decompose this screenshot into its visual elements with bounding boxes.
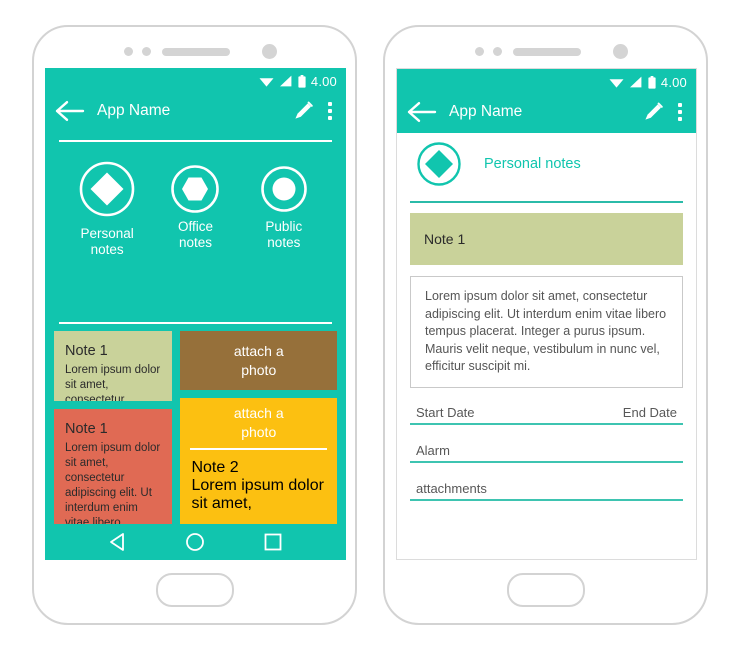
screen-notes-list: 4.00 App Name Personal notes Office note… xyxy=(45,68,346,560)
category-label-line1: Personal xyxy=(80,226,134,241)
overflow-menu-icon[interactable] xyxy=(674,101,686,123)
note-body-text: Lorem ipsum dolor sit amet, consectetur … xyxy=(425,289,667,373)
note-card-salmon[interactable]: Note 1 Lorem ipsum dolor sit amet, conse… xyxy=(54,409,173,524)
attachments-label: attachments xyxy=(416,480,487,496)
note-card-olive[interactable]: Note 1 Lorem ipsum dolor sit amet, conse… xyxy=(54,331,173,402)
attach-label-line2: photo xyxy=(241,424,277,440)
pencil-edit-icon[interactable] xyxy=(642,101,664,123)
battery-icon xyxy=(648,75,656,89)
status-time: 4.00 xyxy=(660,74,687,90)
detail-category-row[interactable]: Personal notes xyxy=(410,133,683,195)
category-office-notes[interactable]: Office notes xyxy=(157,160,233,251)
field-date-range[interactable]: Start Date End Date xyxy=(410,405,683,425)
app-title: App Name xyxy=(97,102,171,119)
category-label-line2: notes xyxy=(90,242,124,257)
app-bar-divider xyxy=(59,140,332,142)
phone-top-hardware xyxy=(385,41,706,63)
category-label: Personal notes xyxy=(81,226,134,258)
note-title: Note 1 xyxy=(424,231,466,247)
alarm-label: Alarm xyxy=(416,442,450,458)
front-camera-icon xyxy=(613,44,628,59)
attach-label-line1: attach a xyxy=(233,405,284,421)
overflow-menu-icon[interactable] xyxy=(324,100,336,122)
phone-top-hardware xyxy=(34,41,355,63)
notes-column-left: Note 1 Lorem ipsum dolor sit amet, conse… xyxy=(54,331,173,524)
sensor-dot-icon xyxy=(493,47,502,56)
diamond-icon xyxy=(79,161,135,217)
category-public-notes[interactable]: Public notes xyxy=(246,160,322,251)
signal-bars-icon xyxy=(279,75,292,87)
sensor-dot-icon xyxy=(124,47,133,56)
attach-photo-card-brown[interactable]: attach a photo xyxy=(180,331,337,390)
hexagon-icon xyxy=(171,165,220,213)
home-button[interactable] xyxy=(155,573,234,607)
note-card-yellow[interactable]: attach a photo Note 2 Lorem ipsum dolor … xyxy=(180,398,337,524)
phone-mockup-detail: 4.00 App Name Personal notes Note 1 Lore… xyxy=(383,25,708,625)
category-label-line1: Public xyxy=(265,219,303,234)
wifi-icon xyxy=(259,77,274,87)
attach-label-line1: attach a xyxy=(233,342,284,359)
start-date-label: Start Date xyxy=(416,404,475,420)
app-title: App Name xyxy=(449,103,523,120)
note-body-box[interactable]: Lorem ipsum dolor sit amet, consectetur … xyxy=(410,276,683,388)
category-label-line2: notes xyxy=(178,235,212,250)
notes-grid: Note 1 Lorem ipsum dolor sit amet, conse… xyxy=(54,331,337,524)
back-arrow-icon[interactable] xyxy=(55,100,85,122)
nav-back-triangle-icon[interactable] xyxy=(107,531,129,553)
attach-label-line2: photo xyxy=(241,361,277,378)
end-date-label: End Date xyxy=(622,404,677,420)
diamond-icon xyxy=(417,142,461,186)
attach-photo-label: attach a photo xyxy=(234,404,284,442)
note-card-body: Lorem ipsum dolor sit amet, xyxy=(191,477,324,512)
pencil-edit-icon[interactable] xyxy=(292,100,314,122)
category-personal-notes[interactable]: Personal notes xyxy=(69,160,145,258)
note-title-card[interactable]: Note 1 xyxy=(410,213,683,265)
phone-mockup-list: 4.00 App Name Personal notes Office note… xyxy=(32,25,357,625)
note-card-title: Note 2 xyxy=(191,459,239,476)
detail-category-label: Personal notes xyxy=(484,156,581,172)
mockup-canvas: 4.00 App Name Personal notes Office note… xyxy=(0,0,740,650)
detail-fields: Start Date End Date Alarm attachments xyxy=(410,405,683,501)
field-underline xyxy=(410,422,683,425)
app-bar: App Name xyxy=(397,91,696,133)
detail-body: Personal notes Note 1 Lorem ipsum dolor … xyxy=(397,133,696,559)
field-underline xyxy=(410,498,683,501)
battery-icon xyxy=(298,74,306,88)
nav-home-circle-icon[interactable] xyxy=(184,531,206,553)
category-divider xyxy=(59,322,332,324)
category-label: Public notes xyxy=(265,219,302,251)
category-label-line1: Office xyxy=(177,219,213,234)
note-card-title: Note 1 xyxy=(65,421,108,438)
status-time: 4.00 xyxy=(310,73,337,89)
signal-bars-icon xyxy=(629,76,642,88)
note-card-body: Lorem ipsum dolor sit amet, consectetur … xyxy=(65,442,161,524)
circle-icon xyxy=(261,166,307,212)
category-row: Personal notes Office notes Public notes xyxy=(45,160,346,315)
field-alarm[interactable]: Alarm xyxy=(410,443,683,463)
front-camera-icon xyxy=(262,44,277,59)
wifi-icon xyxy=(609,78,624,88)
field-attachments[interactable]: attachments xyxy=(410,481,683,501)
attach-photo-area-yellow[interactable]: attach a photo xyxy=(180,398,337,448)
field-underline xyxy=(410,460,683,463)
android-nav-bar xyxy=(45,524,346,560)
notes-column-right: attach a photo attach a photo Note 2 Lor… xyxy=(180,331,337,524)
note-card-body: Lorem ipsum dolor sit amet, consectetur … xyxy=(65,364,161,402)
app-bar: App Name xyxy=(45,90,346,132)
back-arrow-icon[interactable] xyxy=(407,101,437,123)
sensor-dot-icon xyxy=(475,47,484,56)
screen-note-detail: 4.00 App Name Personal notes Note 1 Lore… xyxy=(396,68,697,560)
attach-photo-label: attach a photo xyxy=(234,342,284,380)
note-card-title: Note 1 xyxy=(65,343,108,359)
detail-divider xyxy=(410,201,683,203)
earpiece-speaker xyxy=(162,48,230,56)
home-button[interactable] xyxy=(506,573,585,607)
category-label: Office notes xyxy=(178,219,213,251)
nav-recents-square-icon[interactable] xyxy=(262,531,284,553)
category-label-line2: notes xyxy=(267,235,301,250)
earpiece-speaker xyxy=(513,48,581,56)
yellow-card-text: Note 2 Lorem ipsum dolor sit amet, xyxy=(180,450,337,524)
sensor-dot-icon xyxy=(142,47,151,56)
